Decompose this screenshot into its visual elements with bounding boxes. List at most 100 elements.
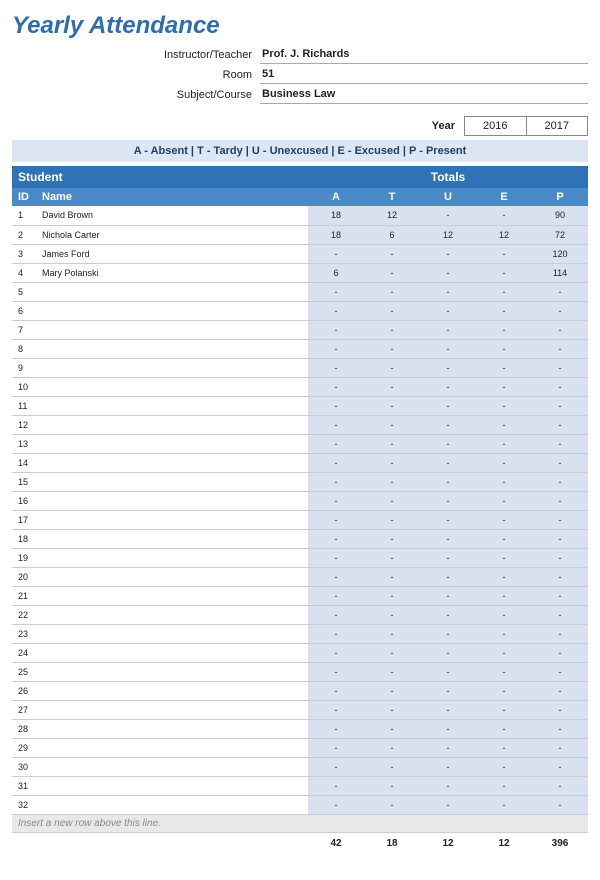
year-button-2016[interactable]: 2016	[464, 116, 526, 136]
row-a: -	[308, 415, 364, 434]
room-field[interactable]: 51	[260, 66, 588, 84]
row-a: -	[308, 681, 364, 700]
row-name[interactable]	[36, 738, 308, 757]
instructor-field[interactable]: Prof. J. Richards	[260, 46, 588, 64]
row-id: 23	[12, 624, 36, 643]
row-name[interactable]	[36, 624, 308, 643]
row-name[interactable]	[36, 586, 308, 605]
row-name[interactable]	[36, 605, 308, 624]
row-name[interactable]	[36, 282, 308, 301]
table-row: 3James Ford----120	[12, 244, 588, 263]
row-p: 120	[532, 244, 588, 263]
row-id: 7	[12, 320, 36, 339]
row-p: -	[532, 339, 588, 358]
row-p: -	[532, 472, 588, 491]
row-a: -	[308, 510, 364, 529]
row-name[interactable]	[36, 415, 308, 434]
row-name[interactable]	[36, 377, 308, 396]
row-p: -	[532, 282, 588, 301]
row-u: -	[420, 700, 476, 719]
row-name[interactable]	[36, 301, 308, 320]
row-a: -	[308, 662, 364, 681]
row-e: -	[476, 358, 532, 377]
row-u: -	[420, 263, 476, 282]
row-name[interactable]	[36, 396, 308, 415]
row-name[interactable]	[36, 662, 308, 681]
row-a: -	[308, 377, 364, 396]
row-a: -	[308, 282, 364, 301]
row-a: -	[308, 529, 364, 548]
row-id: 26	[12, 681, 36, 700]
row-e: -	[476, 738, 532, 757]
row-name[interactable]	[36, 358, 308, 377]
row-p: 90	[532, 206, 588, 225]
row-name[interactable]	[36, 795, 308, 814]
header-col-u: U	[420, 188, 476, 206]
row-p: -	[532, 719, 588, 738]
row-t: -	[364, 282, 420, 301]
row-p: -	[532, 757, 588, 776]
table-row: 31-----	[12, 776, 588, 795]
row-t: -	[364, 244, 420, 263]
row-id: 19	[12, 548, 36, 567]
subject-field[interactable]: Business Law	[260, 86, 588, 104]
year-button-2017[interactable]: 2017	[526, 116, 588, 136]
row-t: -	[364, 738, 420, 757]
row-a: -	[308, 586, 364, 605]
row-name[interactable]: David Brown	[36, 206, 308, 225]
row-name[interactable]	[36, 681, 308, 700]
row-u: -	[420, 605, 476, 624]
row-u: -	[420, 681, 476, 700]
row-u: -	[420, 396, 476, 415]
row-name[interactable]	[36, 757, 308, 776]
row-name[interactable]	[36, 529, 308, 548]
row-a: -	[308, 472, 364, 491]
row-name[interactable]	[36, 434, 308, 453]
row-id: 2	[12, 225, 36, 244]
room-label: Room	[12, 69, 260, 81]
table-row: 24-----	[12, 643, 588, 662]
table-row: 15-----	[12, 472, 588, 491]
row-a: -	[308, 567, 364, 586]
header-col-p: P	[532, 188, 588, 206]
row-name[interactable]	[36, 510, 308, 529]
row-u: -	[420, 643, 476, 662]
table-row: 32-----	[12, 795, 588, 814]
table-row: 13-----	[12, 434, 588, 453]
row-t: -	[364, 624, 420, 643]
row-u: -	[420, 548, 476, 567]
row-p: -	[532, 795, 588, 814]
header-totals: Totals	[308, 166, 588, 188]
row-name[interactable]	[36, 643, 308, 662]
row-u: -	[420, 662, 476, 681]
row-name[interactable]	[36, 491, 308, 510]
row-name[interactable]: Mary Polanski	[36, 263, 308, 282]
row-name[interactable]	[36, 320, 308, 339]
row-p: -	[532, 529, 588, 548]
row-id: 30	[12, 757, 36, 776]
row-name[interactable]	[36, 472, 308, 491]
row-name[interactable]	[36, 567, 308, 586]
row-id: 4	[12, 263, 36, 282]
row-t: 12	[364, 206, 420, 225]
row-name[interactable]	[36, 776, 308, 795]
row-p: -	[532, 776, 588, 795]
row-e: -	[476, 434, 532, 453]
row-a: -	[308, 301, 364, 320]
row-u: -	[420, 377, 476, 396]
table-row: 27-----	[12, 700, 588, 719]
row-name[interactable]	[36, 548, 308, 567]
row-name[interactable]: James Ford	[36, 244, 308, 263]
row-name[interactable]	[36, 719, 308, 738]
row-a: 18	[308, 206, 364, 225]
row-name[interactable]	[36, 700, 308, 719]
row-name[interactable]	[36, 453, 308, 472]
row-name[interactable]	[36, 339, 308, 358]
total-u: 12	[420, 832, 476, 854]
row-id: 16	[12, 491, 36, 510]
row-e: -	[476, 757, 532, 776]
row-name[interactable]: Nichola Carter	[36, 225, 308, 244]
row-a: -	[308, 605, 364, 624]
row-u: -	[420, 282, 476, 301]
row-a: -	[308, 396, 364, 415]
